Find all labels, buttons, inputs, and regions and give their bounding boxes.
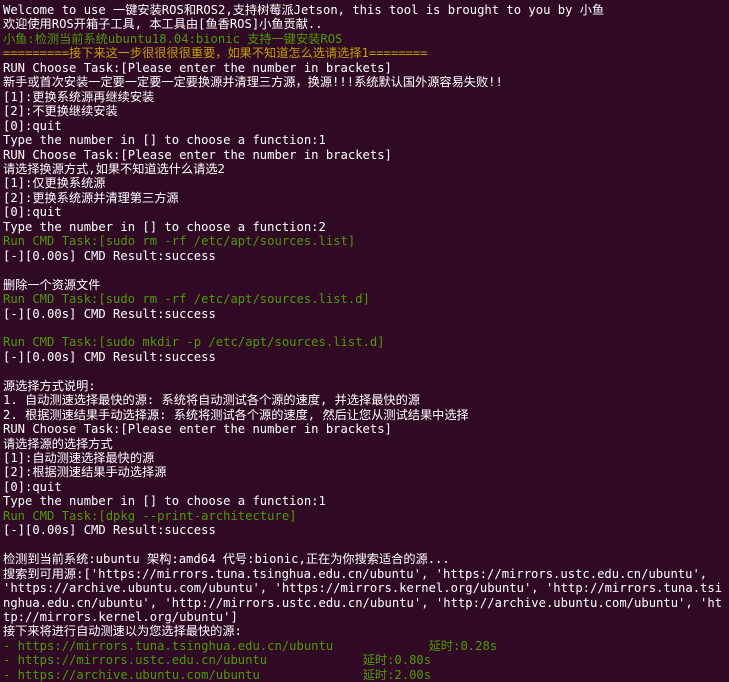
terminal-line-text: [1]:自动测速选择最快的源 bbox=[3, 451, 155, 465]
terminal-window[interactable]: Welcome to use 一键安装ROS和ROS2,支持树莓派Jetson,… bbox=[0, 0, 729, 682]
terminal-line-text: RUN Choose Task:[Please enter the number… bbox=[3, 60, 392, 75]
terminal-line: [0]:quit bbox=[3, 205, 726, 219]
terminal-line: [-][0.00s] CMD Result:success bbox=[3, 523, 726, 537]
terminal-line: 1. 自动测速选择最快的源: 系统将自动测试各个源的速度, 并选择最快的源 bbox=[3, 393, 726, 407]
terminal-line-text: [0]:quit bbox=[3, 118, 62, 133]
terminal-line-text: 检测到当前系统:ubuntu 架构:amd64 代号:bionic,正在为你搜索… bbox=[3, 552, 450, 567]
terminal-line-text: Type the number in [] to choose a functi… bbox=[3, 133, 326, 148]
terminal-line-text: [-][0.00s] CMD Result:success bbox=[3, 306, 216, 321]
terminal-line-text: - https://mirrors.ustc.edu.cn/ubuntu bbox=[3, 653, 268, 668]
terminal-line: [-][0.00s] CMD Result:success bbox=[3, 249, 726, 263]
terminal-line: 源选择方式说明: bbox=[3, 379, 726, 393]
mirror-latency: 延时:0.28s bbox=[428, 638, 498, 653]
terminal-line: RUN Choose Task:[Please enter the number… bbox=[3, 61, 726, 75]
terminal-line-text: 接下来将进行自动测速以为您选择最快的源: bbox=[3, 624, 242, 639]
terminal-line-text: [2]:根据测速结果手动选择源 bbox=[3, 465, 167, 480]
terminal-line-text: =========接下来这一步很很很很重要，如果不知道怎么选请选择1======… bbox=[3, 46, 428, 61]
terminal-line: - https://mirrors.ustc.edu.cn/ubuntu 延时:0… bbox=[3, 653, 726, 667]
terminal-line: RUN Choose Task:[Please enter the number… bbox=[3, 148, 726, 162]
terminal-line: [2]:根据测速结果手动选择源 bbox=[3, 465, 726, 479]
terminal-line: 搜索到可用源:['https://mirrors.tuna.tsinghua.e… bbox=[3, 567, 726, 625]
terminal-line-text: 新手或首次安装一定要一定要一定要换源并清理三方源，换源!!!系统默认国外源容易失… bbox=[3, 75, 503, 90]
terminal-line: [-][0.00s] CMD Result:success bbox=[3, 307, 726, 321]
terminal-line-text: 删除一个资源文件 bbox=[3, 277, 101, 292]
terminal-line: - https://archive.ubuntu.com/ubuntu 延时:2.… bbox=[3, 668, 726, 682]
terminal-line-text: Run CMD Task:[sudo rm -rf /etc/apt/sourc… bbox=[3, 234, 356, 249]
terminal-line: 接下来将进行自动测速以为您选择最快的源: bbox=[3, 624, 726, 638]
terminal-line-text: [1]:更换系统源再继续安装 bbox=[3, 89, 155, 104]
terminal-line-text: Run CMD Task:[sudo rm -rf /etc/apt/sourc… bbox=[3, 292, 370, 307]
terminal-line: [2]:不更换继续安装 bbox=[3, 104, 726, 118]
terminal-line: [0]:quit bbox=[3, 480, 726, 494]
terminal-line: Run CMD Task:[sudo rm -rf /etc/apt/sourc… bbox=[3, 234, 726, 248]
terminal-line-text: 1. 自动测速选择最快的源: 系统将自动测试各个源的速度, 并选择最快的源 bbox=[3, 393, 420, 408]
terminal-line-text: - https://mirrors.tuna.tsinghua.edu.cn/u… bbox=[3, 638, 334, 653]
terminal-line: [1]:自动测速选择最快的源 bbox=[3, 451, 726, 465]
terminal-line: [-][0.00s] CMD Result:success bbox=[3, 350, 726, 364]
terminal-line: 2. 根据测速结果手动选择源: 系统将测试各个源的速度, 然后让您从测试结果中选… bbox=[3, 408, 726, 422]
terminal-line-text: [1]:仅更换系统源 bbox=[3, 176, 106, 191]
terminal-line: 欢迎使用ROS开箱子工具, 本工具由[鱼香ROS]小鱼贡献.. bbox=[3, 17, 726, 31]
terminal-line: Welcome to use 一键安装ROS和ROS2,支持树莓派Jetson,… bbox=[3, 3, 726, 17]
terminal-line: Type the number in [] to choose a functi… bbox=[3, 220, 726, 234]
terminal-line: [2]:更换系统源并清理第三方源 bbox=[3, 191, 726, 205]
terminal-line-text: 2. 根据测速结果手动选择源: 系统将测试各个源的速度, 然后让您从测试结果中选… bbox=[3, 407, 469, 422]
terminal-line-text: [0]:quit bbox=[3, 479, 62, 494]
terminal-line: 新手或首次安装一定要一定要一定要换源并清理三方源，换源!!!系统默认国外源容易失… bbox=[3, 75, 726, 89]
terminal-line: [1]:更换系统源再继续安装 bbox=[3, 90, 726, 104]
terminal-line-text: 源选择方式说明: bbox=[3, 378, 96, 393]
terminal-line-text: - https://archive.ubuntu.com/ubuntu bbox=[3, 667, 260, 682]
terminal-line: Run CMD Task:[sudo mkdir -p /etc/apt/sou… bbox=[3, 335, 726, 349]
mirror-latency: 延时:0.80s bbox=[362, 653, 432, 668]
terminal-line: =========接下来这一步很很很很重要，如果不知道怎么选请选择1======… bbox=[3, 46, 726, 60]
terminal-line-text: Welcome to use 一键安装ROS和ROS2,支持树莓派Jetson,… bbox=[3, 3, 605, 17]
terminal-line-text: [0]:quit bbox=[3, 205, 62, 220]
terminal-line-text: Run CMD Task:[sudo mkdir -p /etc/apt/sou… bbox=[3, 335, 385, 350]
terminal-line: [0]:quit bbox=[3, 119, 726, 133]
terminal-line: Run CMD Task:[sudo rm -rf /etc/apt/sourc… bbox=[3, 292, 726, 306]
terminal-line-text: Type the number in [] to choose a functi… bbox=[3, 494, 326, 509]
terminal-line-text: RUN Choose Task:[Please enter the number… bbox=[3, 147, 392, 162]
terminal-line-text: 请选择源的选择方式 bbox=[3, 436, 113, 451]
mirror-latency: 延时:2.00s bbox=[362, 667, 432, 682]
terminal-line-text: 请选择换源方式,如果不知道选什么请选2 bbox=[3, 161, 225, 176]
terminal-line: Type the number in [] to choose a functi… bbox=[3, 133, 726, 147]
terminal-line: 检测到当前系统:ubuntu 架构:amd64 代号:bionic,正在为你搜索… bbox=[3, 552, 726, 566]
terminal-line: - https://mirrors.tuna.tsinghua.edu.cn/u… bbox=[3, 639, 726, 653]
terminal-line-text: 欢迎使用ROS开箱子工具, 本工具由[鱼香ROS]小鱼贡献.. bbox=[3, 17, 323, 32]
terminal-line: 删除一个资源文件 bbox=[3, 278, 726, 292]
terminal-line: RUN Choose Task:[Please enter the number… bbox=[3, 422, 726, 436]
terminal-line: 小鱼:检测当前系统ubuntu18.04:bionic 支持一键安装ROS bbox=[3, 32, 726, 46]
terminal-line-text: Run CMD Task:[dpkg --print-architecture] bbox=[3, 508, 297, 523]
terminal-line-text: 搜索到可用源:['https://mirrors.tuna.tsinghua.e… bbox=[3, 566, 723, 624]
terminal-line-text: [2]:更换系统源并清理第三方源 bbox=[3, 190, 179, 205]
terminal-line: [1]:仅更换系统源 bbox=[3, 176, 726, 190]
terminal-line-text: 小鱼:检测当前系统ubuntu18.04:bionic 支持一键安装ROS bbox=[3, 31, 343, 46]
terminal-line: 请选择换源方式,如果不知道选什么请选2 bbox=[3, 162, 726, 176]
terminal-line: Type the number in [] to choose a functi… bbox=[3, 494, 726, 508]
terminal-line-text: [-][0.00s] CMD Result:success bbox=[3, 248, 216, 263]
terminal-line: Run CMD Task:[dpkg --print-architecture] bbox=[3, 509, 726, 523]
terminal-line-text: [-][0.00s] CMD Result:success bbox=[3, 523, 216, 538]
terminal-line: 请选择源的选择方式 bbox=[3, 437, 726, 451]
terminal-line-text: RUN Choose Task:[Please enter the number… bbox=[3, 422, 392, 437]
terminal-line-text: [-][0.00s] CMD Result:success bbox=[3, 349, 216, 364]
terminal-line-text: Type the number in [] to choose a functi… bbox=[3, 219, 326, 234]
terminal-line-text: [2]:不更换继续安装 bbox=[3, 104, 118, 119]
